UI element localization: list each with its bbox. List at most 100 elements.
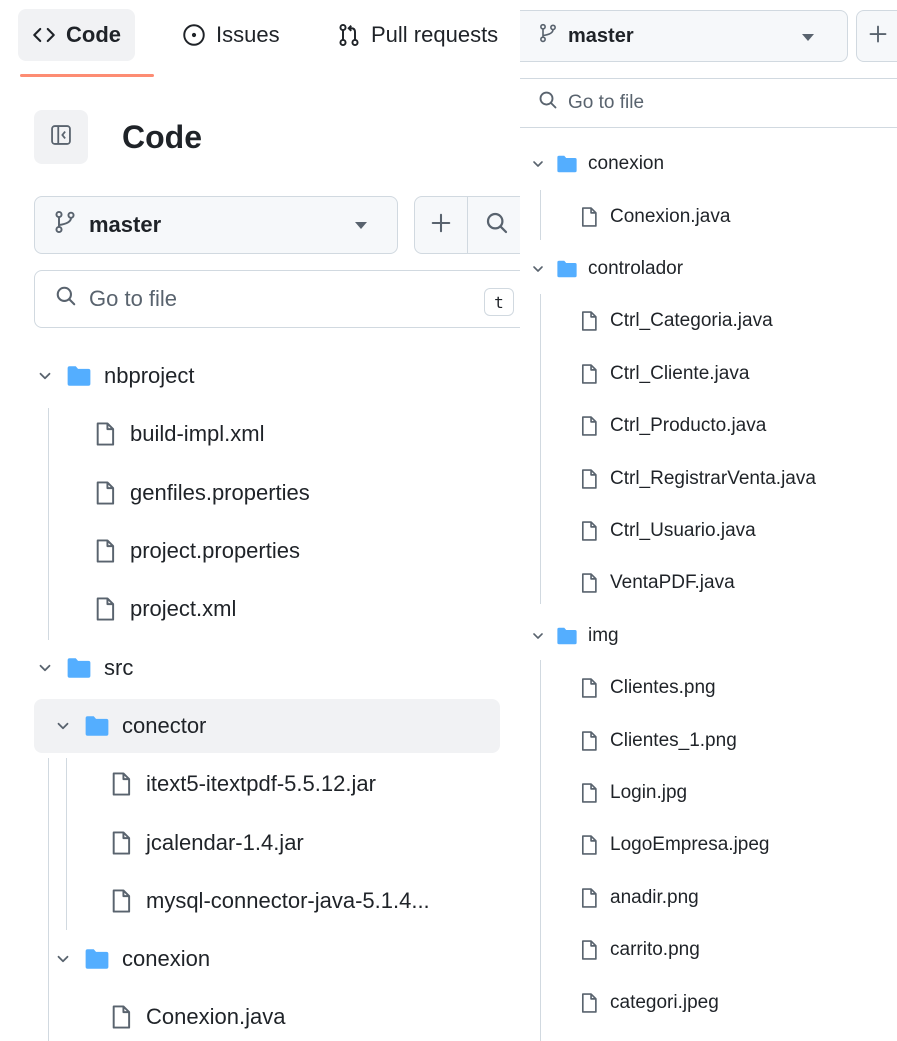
file-icon xyxy=(92,538,118,564)
tree-folder-row[interactable]: img xyxy=(530,614,619,658)
folder-icon xyxy=(556,625,578,647)
file-icon xyxy=(578,468,600,490)
chevron-down-icon xyxy=(355,222,367,229)
tree-file-row[interactable]: Conexion.java xyxy=(578,194,730,238)
add-file-button[interactable] xyxy=(414,196,468,254)
tree-file-row[interactable]: build-impl.xml xyxy=(92,409,264,459)
tab-issues[interactable]: Issues xyxy=(182,9,280,61)
tree-file-row[interactable]: Login.jpg xyxy=(578,771,687,815)
file-icon xyxy=(578,310,600,332)
file-icon xyxy=(578,887,600,909)
search-icon xyxy=(485,211,509,240)
tree-item-label: itext5-itextpdf-5.5.12.jar xyxy=(146,771,376,797)
search-icon xyxy=(55,285,77,313)
file-icon xyxy=(578,363,600,385)
tree-indent-guide xyxy=(48,758,49,1041)
chevron-down-icon[interactable] xyxy=(54,717,72,735)
sidebar-collapse-icon xyxy=(50,124,72,151)
keyboard-shortcut-badge: t xyxy=(484,288,514,316)
tab-code[interactable]: Code xyxy=(18,9,135,61)
tree-file-row[interactable]: Ctrl_Cliente.java xyxy=(578,352,749,396)
chevron-down-icon[interactable] xyxy=(530,261,546,277)
tree-file-row[interactable]: Clientes_1.png xyxy=(578,718,737,762)
tree-file-row[interactable]: jcalendar-1.4.jar xyxy=(108,817,304,867)
tree-folder-row[interactable]: conector xyxy=(54,701,206,751)
tree-file-row[interactable]: Clientes.png xyxy=(578,666,716,710)
tree-item-label: mysql-connector-java-5.1.4... xyxy=(146,887,430,913)
tree-file-row[interactable]: Ctrl_Categoria.java xyxy=(578,299,773,343)
tree-file-row[interactable]: itext5-itextpdf-5.5.12.jar xyxy=(108,759,376,809)
chevron-down-icon[interactable] xyxy=(54,950,72,968)
file-icon xyxy=(92,480,118,506)
tree-item-label: anadir.png xyxy=(610,886,699,908)
git-branch-icon xyxy=(53,210,77,240)
add-file-button[interactable] xyxy=(856,10,897,62)
tree-indent-guide xyxy=(48,408,49,640)
tree-file-row[interactable]: LogoEmpresa.jpeg xyxy=(578,823,770,867)
tree-item-label: project.properties xyxy=(130,538,300,564)
branch-selector[interactable]: master xyxy=(34,196,398,254)
file-icon xyxy=(578,992,600,1014)
tree-file-row[interactable]: project.properties xyxy=(92,526,300,576)
search-placeholder: Go to file xyxy=(568,92,645,113)
tree-file-row[interactable]: Ctrl_Usuario.java xyxy=(578,509,756,553)
go-to-file-input[interactable]: Go to file xyxy=(520,78,897,128)
tree-item-label: Ctrl_Categoria.java xyxy=(610,310,773,332)
tree-folder-row[interactable]: nbproject xyxy=(36,351,195,401)
tree-item-label: VentaPDF.java xyxy=(610,572,735,594)
file-icon xyxy=(578,572,600,594)
chevron-down-icon[interactable] xyxy=(530,628,546,644)
tree-item-label: conector xyxy=(122,712,207,738)
tree-item-label: nbproject xyxy=(104,363,195,389)
pull-request-icon xyxy=(337,23,361,47)
file-icon xyxy=(108,830,134,856)
branch-name: master xyxy=(89,212,162,237)
tree-item-label: genfiles.properties xyxy=(130,479,310,505)
tree-item-label: build-impl.xml xyxy=(130,421,265,447)
left-panel: Code Issues Pull requests Code master Go… xyxy=(0,0,520,1041)
tree-item-label: LogoEmpresa.jpeg xyxy=(610,834,770,856)
tab-pull-requests[interactable]: Pull requests xyxy=(337,9,498,61)
tree-file-row[interactable]: genfiles.properties xyxy=(92,468,310,518)
tree-file-row[interactable]: anadir.png xyxy=(578,876,699,920)
chevron-down-icon[interactable] xyxy=(36,659,54,677)
issue-icon xyxy=(182,23,206,47)
tree-file-row[interactable]: categori.jpeg xyxy=(578,980,719,1024)
tree-item-label: Login.jpg xyxy=(610,781,688,803)
git-branch-icon xyxy=(538,23,558,49)
active-tab-underline xyxy=(20,74,154,77)
tree-item-label: project.xml xyxy=(130,596,237,622)
branch-selector[interactable]: master xyxy=(520,10,848,62)
tree-file-row[interactable]: Ctrl_RegistrarVenta.java xyxy=(578,456,816,500)
tree-folder-row[interactable]: controlador xyxy=(530,247,683,291)
tree-folder-row[interactable]: conexion xyxy=(54,934,210,984)
tree-file-row[interactable]: project.xml xyxy=(92,584,236,634)
tree-file-row[interactable]: carrito.png xyxy=(578,928,700,972)
chevron-down-icon[interactable] xyxy=(530,156,546,172)
file-icon xyxy=(578,415,600,437)
tree-file-row[interactable]: VentaPDF.java xyxy=(578,561,735,605)
go-to-file-input[interactable]: Go to file xyxy=(34,270,520,328)
plus-icon xyxy=(868,24,888,49)
tree-folder-row[interactable]: conexion xyxy=(530,142,664,186)
search-code-button[interactable] xyxy=(467,196,520,254)
tree-indent-guide xyxy=(540,190,541,240)
tree-file-row[interactable]: mysql-connector-java-5.1.4... xyxy=(108,876,430,926)
sidebar-toggle-button[interactable] xyxy=(34,110,88,164)
file-icon xyxy=(108,771,134,797)
tree-item-label: conexion xyxy=(122,946,211,972)
file-icon xyxy=(108,888,134,914)
tree-folder-row[interactable]: src xyxy=(36,643,133,693)
file-icon xyxy=(578,939,600,961)
tree-indent-guide xyxy=(540,294,541,604)
branch-name: master xyxy=(568,24,634,47)
tree-item-label: conexion xyxy=(588,153,665,175)
tree-file-row[interactable]: Ctrl_Producto.java xyxy=(578,404,766,448)
tree-file-row[interactable]: Conexion.java xyxy=(108,992,285,1041)
tree-item-label: img xyxy=(588,624,619,646)
chevron-down-icon[interactable] xyxy=(36,367,54,385)
tree-item-label: categori.jpeg xyxy=(610,991,719,1013)
search-placeholder: Go to file xyxy=(89,286,178,311)
page-title: Code xyxy=(122,119,202,155)
tree-item-label: src xyxy=(104,654,134,680)
